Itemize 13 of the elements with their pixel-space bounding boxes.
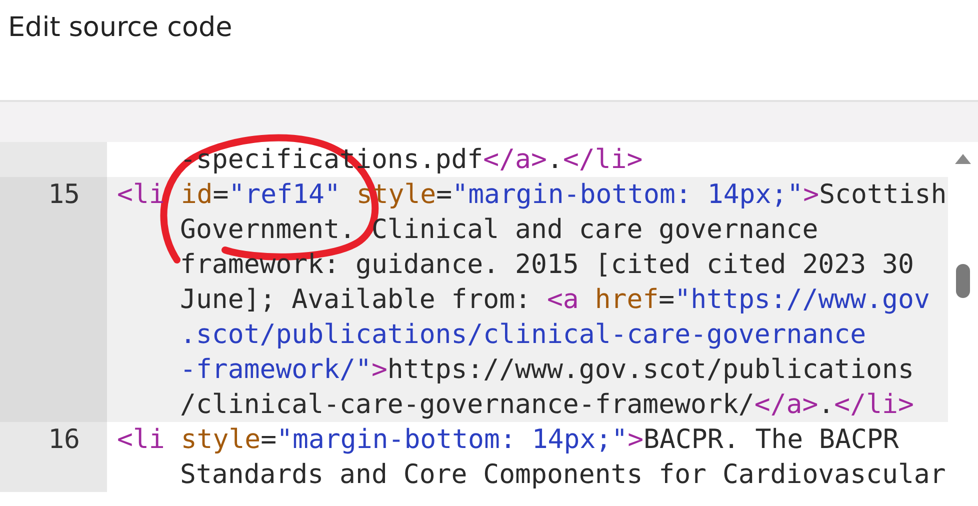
- code-line: <li style="margin-bottom: 14px;">BACPR. The BACPR: [117, 424, 899, 455]
- line-number: 16: [48, 424, 80, 455]
- code-line: Government. Clinical and care governance: [180, 214, 818, 245]
- code-line: framework: guidance. 2015 [cited cited 2023 30: [180, 249, 914, 280]
- line-number: 15: [48, 179, 80, 210]
- dialog-title: Edit source code: [8, 12, 232, 43]
- code-line: June]; Available from: <a href="https://www.gov: [180, 284, 930, 315]
- scroll-thumb[interactable]: [956, 264, 970, 298]
- code-line: Standards and Core Components for Cardiovascular: [180, 459, 946, 490]
- code-line: /clinical-care-governance-framework/</a>.</li>: [180, 389, 914, 420]
- code-line: -framework/">https://www.gov.scot/publications: [180, 354, 914, 385]
- scroll-up-icon[interactable]: [955, 154, 971, 164]
- code-line: .scot/publications/clinical-care-governance: [180, 319, 866, 350]
